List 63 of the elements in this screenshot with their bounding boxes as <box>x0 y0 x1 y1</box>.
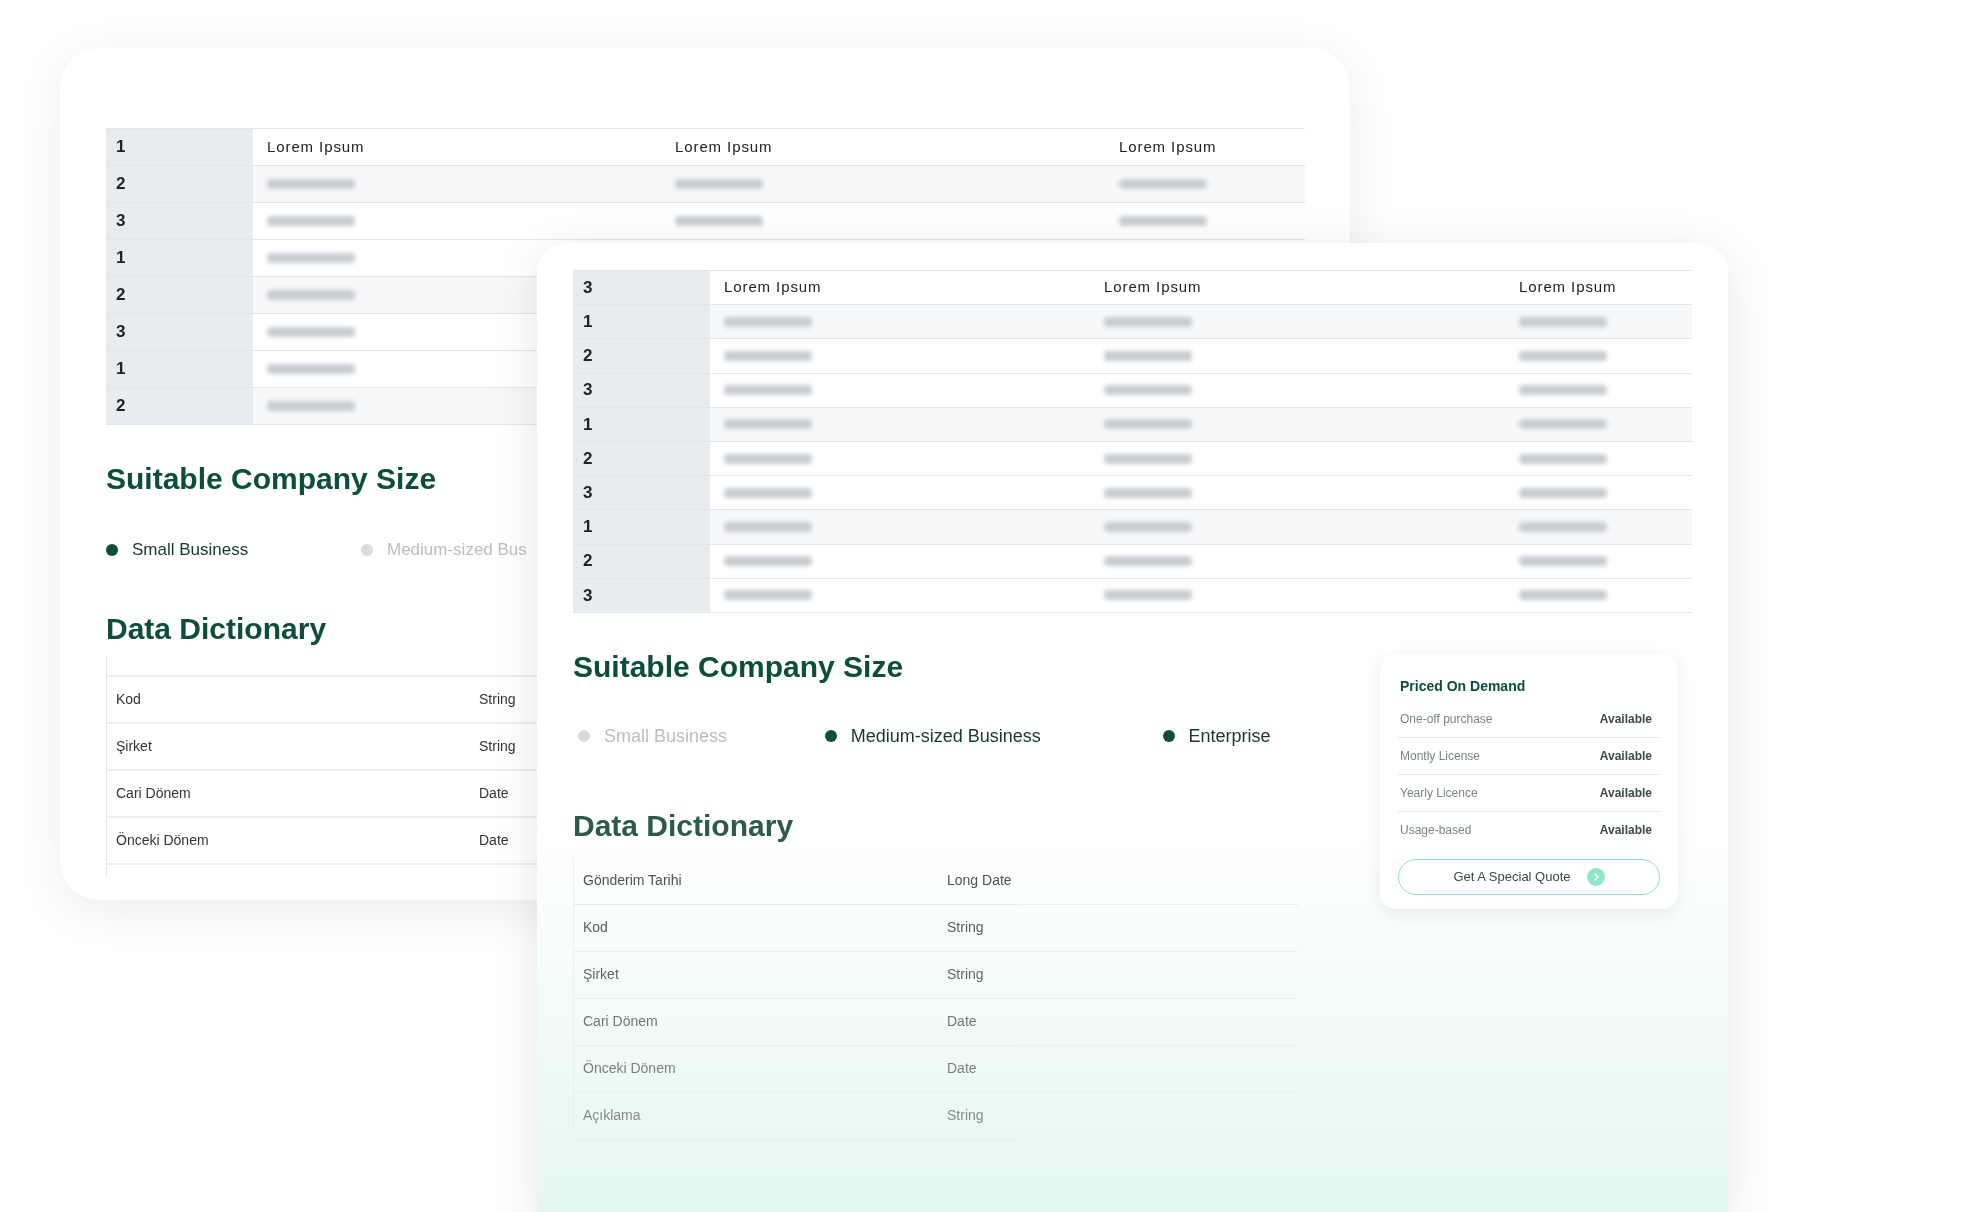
field-type: String <box>479 689 516 709</box>
field-name: Açıklama <box>582 1106 642 1126</box>
section-heading: Data Dictionary <box>106 610 327 647</box>
column-header: Lorem Ipsum <box>1104 277 1202 298</box>
field-name: Önceki Dönem <box>582 1059 677 1079</box>
row-index: 1 <box>106 351 253 387</box>
field-name: Şirket <box>582 965 620 985</box>
chevron-right-icon <box>1586 867 1605 886</box>
company-size-option: Enterprise <box>1188 722 1271 750</box>
row-index: 1 <box>573 407 710 441</box>
row-index: 2 <box>573 339 710 373</box>
pricing-option: Montly License <box>1400 746 1481 765</box>
row-index: 3 <box>573 373 710 407</box>
row-index: 2 <box>573 441 710 476</box>
section-heading: Suitable Company Size <box>573 648 905 685</box>
availability-label: Available <box>1599 822 1652 840</box>
row-index: 3 <box>106 314 253 350</box>
field-type: Date <box>479 783 509 803</box>
pricing-option: Usage-based <box>1400 821 1472 840</box>
field-name: Kod <box>115 689 142 709</box>
column-header: Lorem Ipsum <box>724 277 822 298</box>
field-type: String <box>947 918 984 938</box>
field-type: String <box>947 965 984 985</box>
row-index: 1 <box>106 129 253 165</box>
row-index: 2 <box>573 544 710 578</box>
field-type: Date <box>947 1012 977 1032</box>
section-heading: Suitable Company Size <box>106 461 437 497</box>
availability-label: Available <box>1599 784 1652 802</box>
field-type: Date <box>479 830 509 850</box>
row-index: 3 <box>573 271 710 305</box>
row-index: 2 <box>106 277 253 313</box>
row-index: 2 <box>106 388 253 424</box>
company-size-option: Medium-sized Bus <box>387 537 527 563</box>
availability-label: Available <box>1599 710 1652 728</box>
pricing-title: Priced On Demand <box>1399 676 1527 696</box>
field-type: String <box>479 736 516 756</box>
section-heading: Data Dictionary <box>573 807 795 844</box>
field-name: Gönderim Tarihi <box>582 871 683 891</box>
pricing-option: One-off purchase <box>1400 709 1493 728</box>
field-name: Kod <box>582 918 609 938</box>
row-index: 3 <box>573 578 710 612</box>
company-size-option: Medium-sized Business <box>850 722 1041 750</box>
field-type: Long Date <box>947 871 1012 891</box>
field-name: Önceki Dönem <box>115 830 210 850</box>
pricing-option: Yearly Licence <box>1400 783 1478 802</box>
field-type: String <box>947 1106 984 1126</box>
column-header: Lorem Ipsum <box>1519 277 1617 298</box>
field-name: Şirket <box>115 736 153 756</box>
field-name: Cari Dönem <box>115 783 192 803</box>
field-type: Date <box>947 1059 977 1079</box>
field-name: Cari Dönem <box>582 1012 659 1032</box>
row-index: 2 <box>106 166 253 202</box>
column-header: Lorem Ipsum <box>267 136 365 157</box>
row-index: 1 <box>573 510 710 544</box>
row-index: 3 <box>573 476 710 510</box>
company-size-option: Small Business <box>132 537 249 563</box>
company-size-option: Small Business <box>604 722 728 750</box>
row-index: 3 <box>106 203 253 239</box>
column-header: Lorem Ipsum <box>675 136 773 157</box>
row-index: 1 <box>573 305 710 339</box>
availability-label: Available <box>1599 747 1652 765</box>
row-index: 1 <box>106 240 253 276</box>
column-header: Lorem Ipsum <box>1119 136 1217 157</box>
